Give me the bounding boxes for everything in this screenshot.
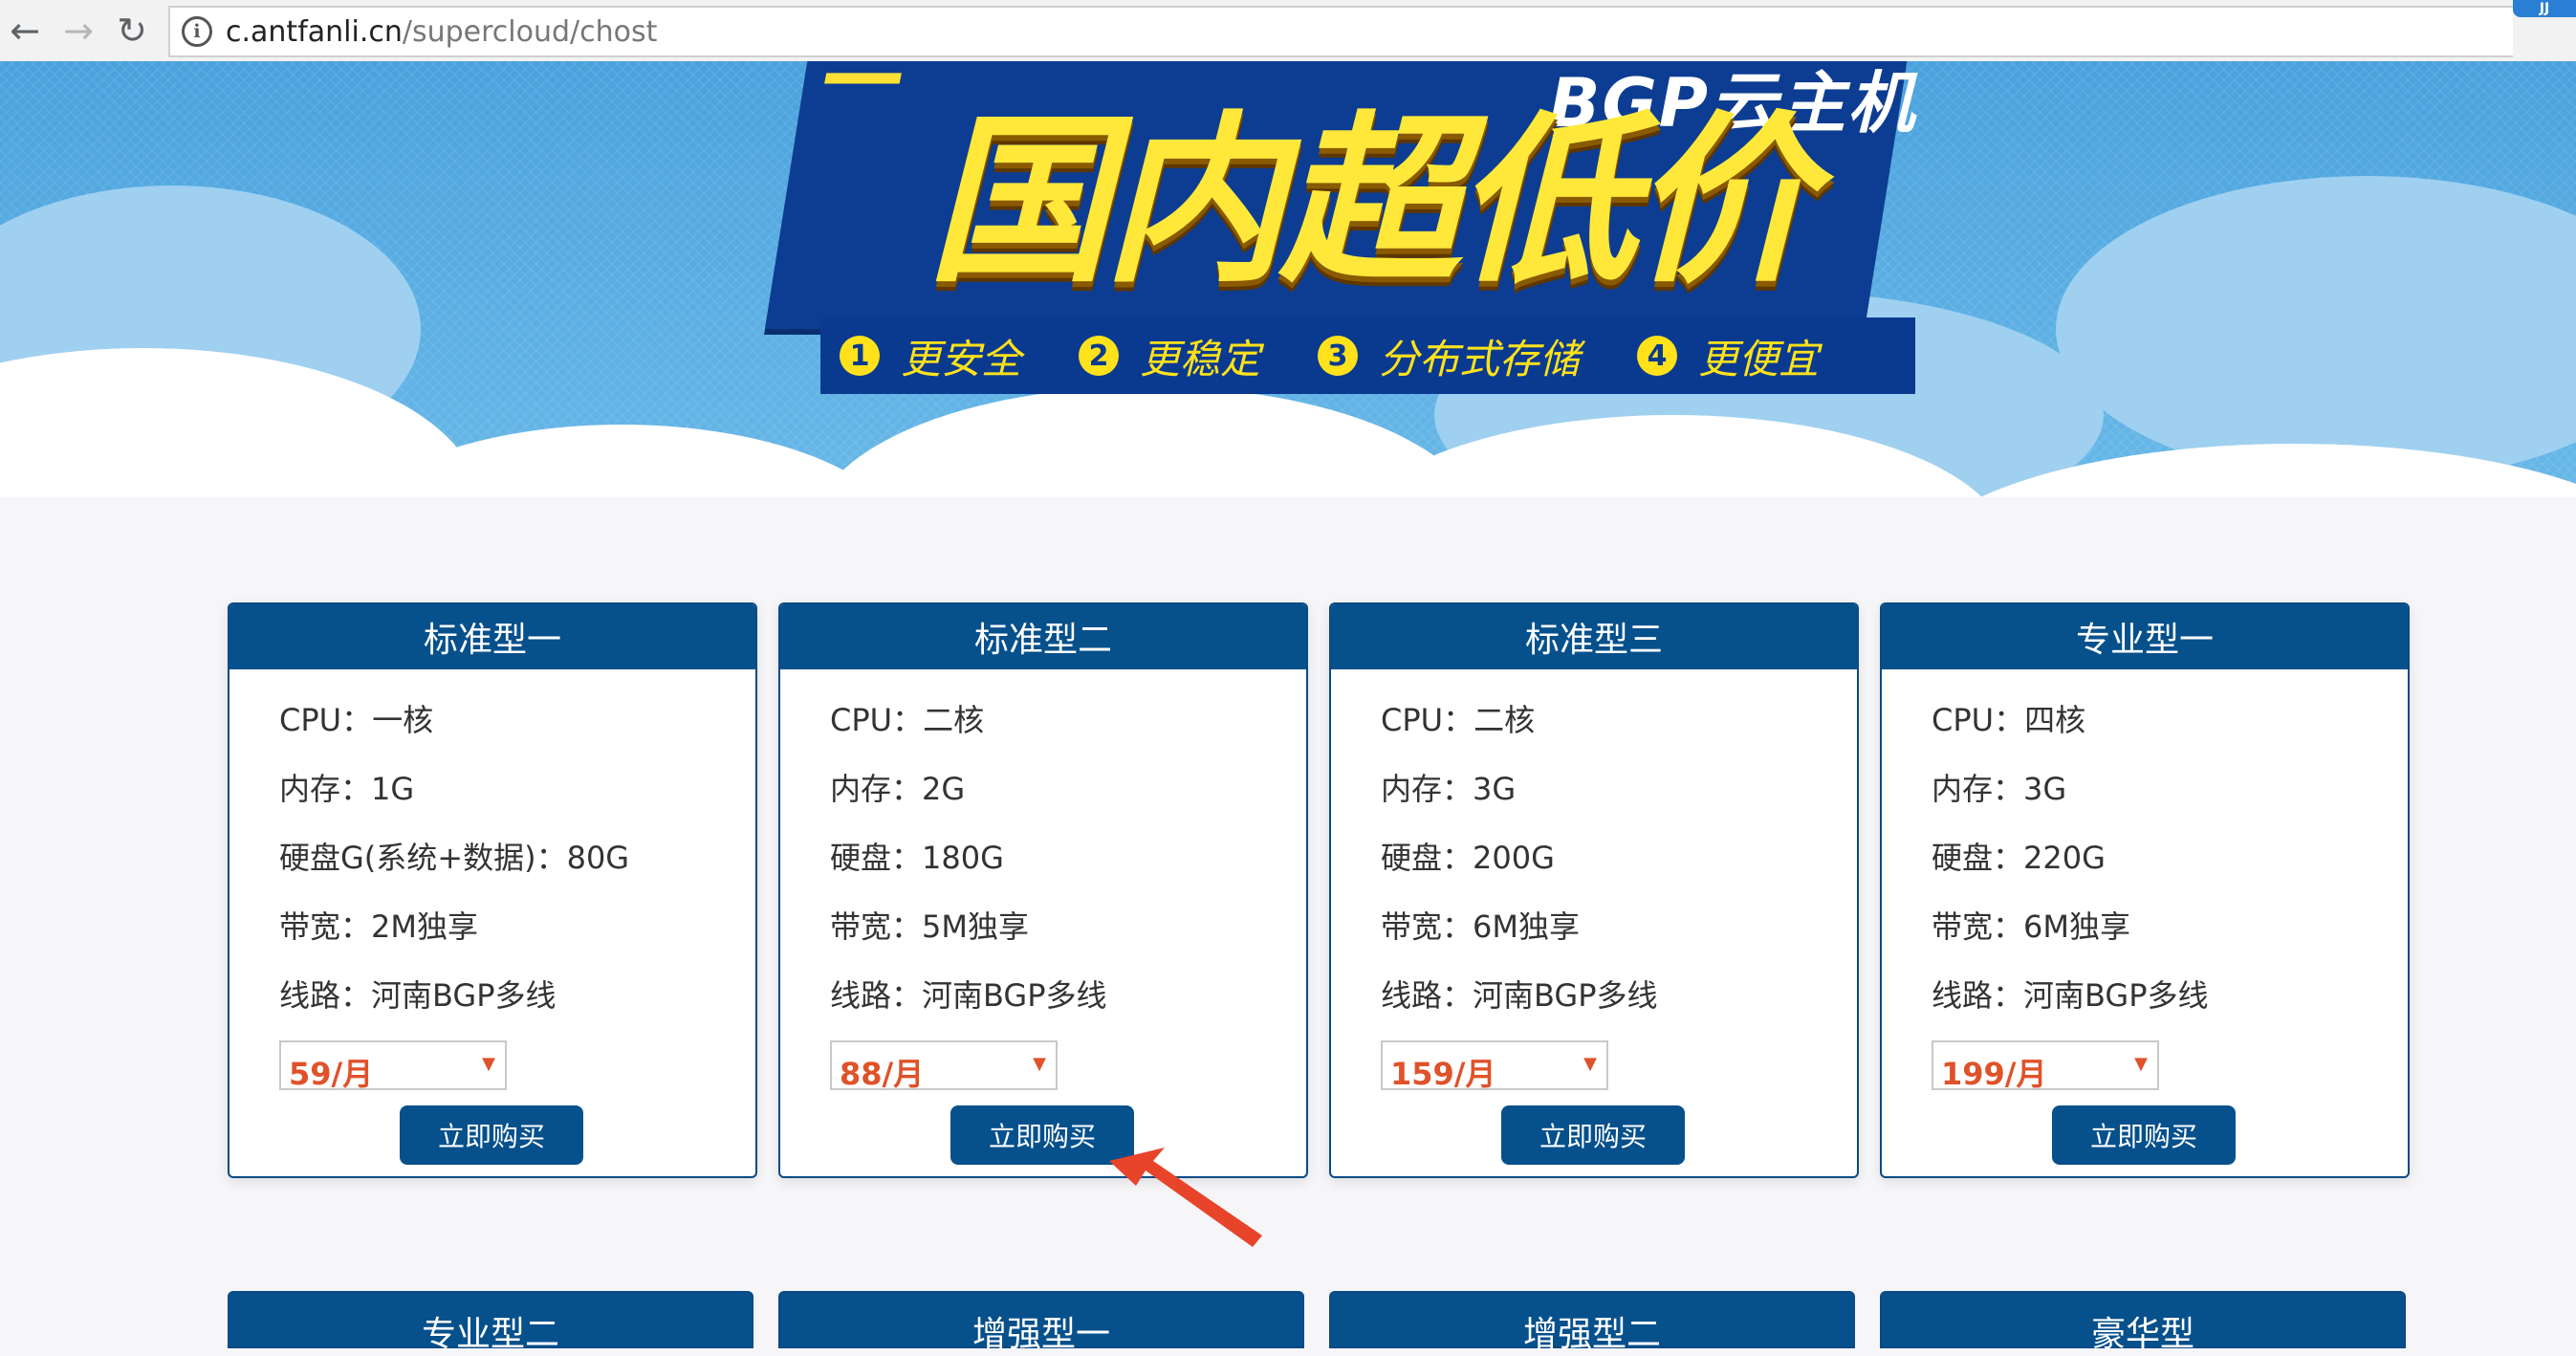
dropdown-caret-icon: ▼ xyxy=(2134,1054,2148,1074)
feature-label: 分布式存储 xyxy=(1379,335,1581,383)
plan-title: 标准型一 xyxy=(229,604,755,669)
price-value: 159/月 xyxy=(1390,1056,1496,1092)
price-value: 59/月 xyxy=(289,1056,374,1092)
spec-cpu: CPU：四核 xyxy=(1932,702,2086,738)
banner-title: 国内超低价 xyxy=(928,96,1813,307)
plan-title: 标准型三 xyxy=(1331,604,1857,669)
browser-toolbar: ← → ↻ i c.antfanli.cn/supercloud/chost J… xyxy=(0,0,2576,63)
price-select[interactable]: 199/月 ▼ xyxy=(1932,1040,2159,1092)
plan-title: 豪华型 xyxy=(1880,1291,2406,1354)
address-bar[interactable]: i c.antfanli.cn/supercloud/chost xyxy=(168,6,2513,57)
feature-label: 更便宜 xyxy=(1698,335,1820,383)
spec-line: 线路：河南BGP多线 xyxy=(1381,977,1658,1014)
feature-label: 更稳定 xyxy=(1140,335,1261,383)
feature-label: 更安全 xyxy=(901,335,1022,383)
dropdown-caret-icon: ▼ xyxy=(1033,1054,1046,1074)
plan-title: 专业型二 xyxy=(228,1291,753,1354)
back-arrow-icon[interactable]: ← xyxy=(0,6,50,55)
feature-number: 1 xyxy=(840,336,880,376)
banner-top-decoration: — xyxy=(822,61,906,121)
price-select[interactable]: 59/月 ▼ xyxy=(279,1040,507,1092)
spec-memory: 内存：2G xyxy=(830,771,966,807)
dropdown-caret-icon: ▼ xyxy=(1583,1054,1597,1074)
spec-disk: 硬盘：180G xyxy=(830,840,1004,876)
cloud-shape xyxy=(2056,176,2576,482)
spec-bandwidth: 带宽：6M独享 xyxy=(1932,908,2130,945)
feature-item: 1 更安全 xyxy=(840,327,1021,385)
buy-now-button[interactable]: 立即购买 xyxy=(400,1105,583,1165)
feature-number: 2 xyxy=(1079,336,1120,376)
extension-badge[interactable]: JJ xyxy=(2513,0,2576,17)
annotation-arrow-icon xyxy=(1109,1148,1262,1247)
buy-now-button[interactable]: 立即购买 xyxy=(950,1105,1134,1165)
forward-arrow-icon[interactable]: → xyxy=(54,6,103,55)
spec-line: 线路：河南BGP多线 xyxy=(279,977,557,1014)
feature-number: 4 xyxy=(1637,336,1678,376)
plan-card: 标准型一 CPU：一核 内存：1G 硬盘G(系统+数据)：80G 带宽：2M独享… xyxy=(228,602,757,1178)
spec-memory: 内存：3G xyxy=(1932,771,2067,807)
feature-item: 4 更便宜 xyxy=(1637,327,1819,385)
plan-card: 标准型三 CPU：二核 内存：3G 硬盘：200G 带宽：6M独享 线路：河南B… xyxy=(1329,602,1859,1178)
spec-bandwidth: 带宽：2M独享 xyxy=(279,908,478,945)
dropdown-caret-icon: ▼ xyxy=(482,1054,495,1074)
plan-title: 标准型二 xyxy=(780,604,1306,669)
spec-memory: 内存：1G xyxy=(279,771,415,807)
url-host: c.antfanli.cn xyxy=(226,14,403,49)
spec-cpu: CPU：二核 xyxy=(830,702,985,738)
url-path: /supercloud/chost xyxy=(402,14,658,49)
spec-cpu: CPU：一核 xyxy=(279,702,434,738)
spec-disk: 硬盘G(系统+数据)：80G xyxy=(279,840,630,876)
plan-card: 标准型二 CPU：二核 内存：2G 硬盘：180G 带宽：5M独享 线路：河南B… xyxy=(778,602,1308,1178)
price-value: 88/月 xyxy=(840,1056,925,1092)
feature-number: 3 xyxy=(1318,336,1359,376)
promo-banner: — BGP云主机 国内超低价 1 更安全 2 更稳定 3 分布式存储 4 更便宜 xyxy=(0,61,2576,497)
spec-line: 线路：河南BGP多线 xyxy=(830,977,1107,1014)
spec-disk: 硬盘：200G xyxy=(1381,840,1555,876)
plan-title: 专业型一 xyxy=(1882,604,2408,669)
price-select[interactable]: 88/月 ▼ xyxy=(830,1040,1058,1092)
feature-bar: 1 更安全 2 更稳定 3 分布式存储 4 更便宜 xyxy=(820,317,1915,394)
url-text: c.antfanli.cn/supercloud/chost xyxy=(226,15,657,49)
feature-item: 2 更稳定 xyxy=(1079,327,1260,385)
spec-memory: 内存：3G xyxy=(1381,771,1517,807)
spec-bandwidth: 带宽：6M独享 xyxy=(1381,908,1580,945)
cloud-shape xyxy=(813,386,1482,497)
buy-now-button[interactable]: 立即购买 xyxy=(2052,1105,2236,1165)
buy-now-button[interactable]: 立即购买 xyxy=(1501,1105,1685,1165)
spec-cpu: CPU：二核 xyxy=(1381,702,1536,738)
spec-bandwidth: 带宽：5M独享 xyxy=(830,908,1029,945)
plan-title: 增强型二 xyxy=(1329,1291,1855,1354)
feature-item: 3 分布式存储 xyxy=(1318,327,1580,385)
spec-disk: 硬盘：220G xyxy=(1932,840,2106,876)
info-icon[interactable]: i xyxy=(182,16,212,47)
reload-icon[interactable]: ↻ xyxy=(107,6,157,55)
plan-title: 增强型一 xyxy=(778,1291,1304,1354)
plan-card: 专业型一 CPU：四核 内存：3G 硬盘：220G 带宽：6M独享 线路：河南B… xyxy=(1880,602,2410,1178)
price-value: 199/月 xyxy=(1941,1056,2047,1092)
price-select[interactable]: 159/月 ▼ xyxy=(1381,1040,1608,1092)
spec-line: 线路：河南BGP多线 xyxy=(1932,977,2209,1014)
